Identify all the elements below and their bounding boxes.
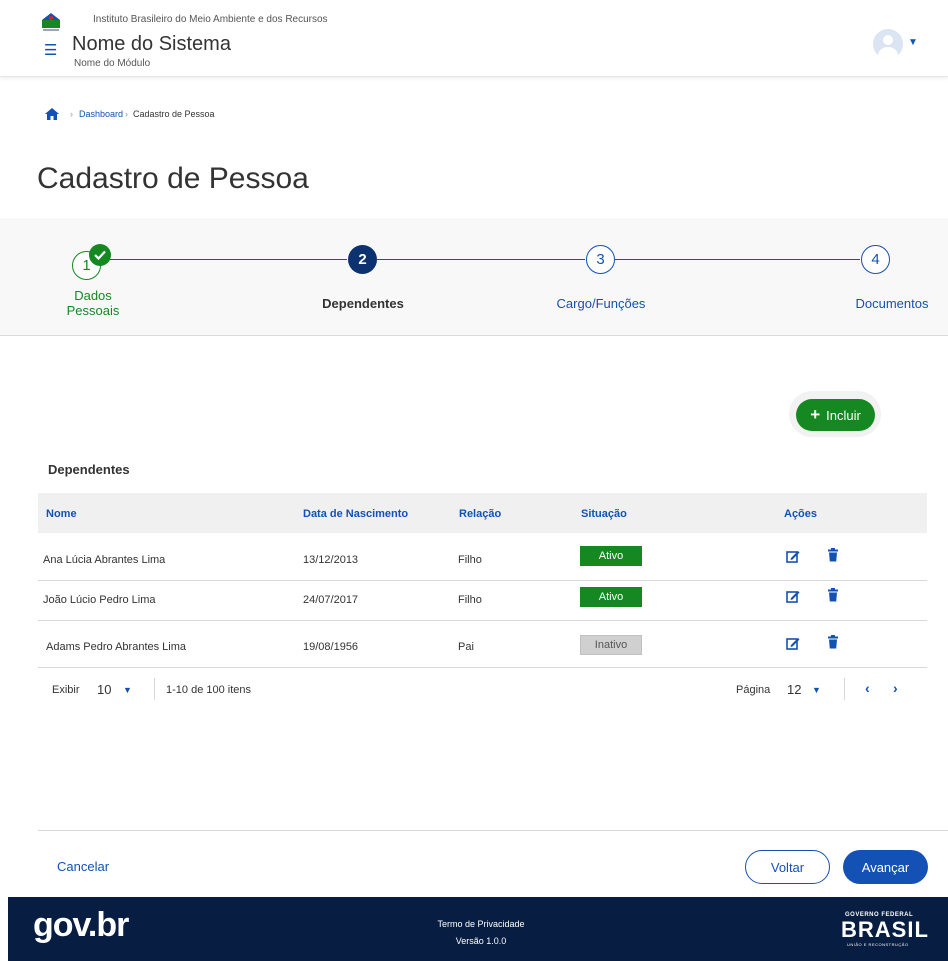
page-title: Cadastro de Pessoa [37, 162, 309, 195]
edit-icon[interactable] [786, 589, 800, 603]
step-2-label[interactable]: Dependentes [302, 296, 424, 311]
cell-relacao: Filho [458, 594, 482, 606]
page-size-label: Exibir [52, 684, 80, 696]
status-badge: Inativo [580, 635, 642, 655]
column-header-acoes: Ações [784, 508, 818, 520]
step-2-circle[interactable]: 2 [348, 245, 377, 274]
step-4-circle[interactable]: 4 [861, 245, 890, 274]
hamburger-menu-icon[interactable]: ☰ [44, 41, 57, 59]
cell-nome: Ana Lúcia Abrantes Lima [43, 554, 166, 566]
module-name: Nome do Módulo [74, 58, 151, 69]
step-connector [615, 259, 860, 260]
add-button[interactable]: + Incluir [796, 399, 875, 431]
step-4-label[interactable]: Documentos [840, 296, 944, 311]
stepper [0, 218, 948, 336]
org-name: Instituto Brasileiro do Meio Ambiente e … [93, 14, 328, 25]
step-1-label-line1: Dados [74, 288, 112, 303]
row-divider [38, 620, 927, 621]
cell-nascimento: 19/08/1956 [303, 641, 359, 653]
brasil-logo: BRASIL [841, 917, 929, 942]
pagination-divider [844, 678, 845, 700]
page-size-select[interactable]: 10 [97, 682, 111, 697]
breadcrumb-current: Cadastro de Pessoa [133, 109, 215, 119]
items-range: 1-10 de 100 itens [166, 684, 252, 696]
cell-nascimento: 24/07/2017 [303, 594, 359, 606]
section-title: Dependentes [48, 462, 130, 477]
page-label: Página [736, 684, 771, 696]
column-header-nascimento[interactable]: Data de Nascimento [303, 508, 408, 520]
next-button[interactable]: Avançar [843, 850, 928, 884]
system-name: Nome do Sistema [72, 33, 231, 55]
govbr-logo: gov.br [33, 906, 129, 944]
pagination-divider [154, 678, 155, 700]
trash-icon[interactable] [826, 548, 840, 562]
ibama-logo [42, 13, 60, 31]
brasil-logo-bottom: UNIÃO E RECONSTRUÇÃO [847, 942, 909, 947]
status-badge: Ativo [580, 546, 642, 566]
cell-relacao: Pai [458, 641, 474, 653]
cell-nome: João Lúcio Pedro Lima [43, 594, 156, 606]
step-3-label[interactable]: Cargo/Funções [540, 296, 662, 311]
trash-icon[interactable] [826, 635, 840, 649]
row-divider [38, 667, 927, 668]
step-connector [101, 259, 347, 260]
column-header-relacao[interactable]: Relação [459, 508, 501, 520]
cell-relacao: Filho [458, 554, 482, 566]
breadcrumb-separator-icon: › [70, 109, 73, 119]
status-badge: Ativo [580, 587, 642, 607]
caret-down-icon[interactable]: ▼ [812, 685, 821, 695]
step-connector [377, 259, 585, 260]
breadcrumb-separator-icon: › [125, 109, 128, 119]
edit-icon[interactable] [786, 636, 800, 650]
breadcrumb-dashboard-link[interactable]: Dashboard [79, 109, 123, 119]
chevron-right-icon[interactable]: › [893, 680, 898, 696]
cell-nascimento: 13/12/2013 [303, 554, 359, 566]
privacy-link[interactable]: Termo de Privacidade [401, 919, 561, 929]
step-1-label-line2: Pessoais [66, 303, 120, 318]
cancel-button[interactable]: Cancelar [57, 859, 109, 874]
column-header-situacao[interactable]: Situação [581, 508, 627, 520]
trash-icon[interactable] [826, 588, 840, 602]
edit-icon[interactable] [786, 549, 800, 563]
cell-nome: Adams Pedro Abrantes Lima [46, 641, 187, 653]
caret-down-icon[interactable]: ▼ [123, 685, 132, 695]
version-text: Versão 1.0.0 [455, 936, 507, 946]
back-button[interactable]: Voltar [745, 850, 830, 884]
page-select[interactable]: 12 [787, 682, 801, 697]
step-3-circle[interactable]: 3 [586, 245, 615, 274]
caret-down-icon[interactable]: ▼ [908, 37, 918, 48]
add-button-label: Incluir [826, 407, 861, 423]
chevron-left-icon[interactable]: ‹ [865, 680, 870, 696]
user-avatar[interactable] [873, 29, 903, 59]
step-1-label[interactable]: Dados Pessoais [58, 288, 128, 318]
plus-icon: + [810, 405, 821, 424]
home-icon[interactable] [45, 108, 59, 120]
check-icon [89, 244, 111, 266]
row-divider [38, 580, 927, 581]
actions-divider [38, 830, 948, 831]
footer [8, 897, 948, 961]
column-header-nome[interactable]: Nome [46, 508, 77, 520]
